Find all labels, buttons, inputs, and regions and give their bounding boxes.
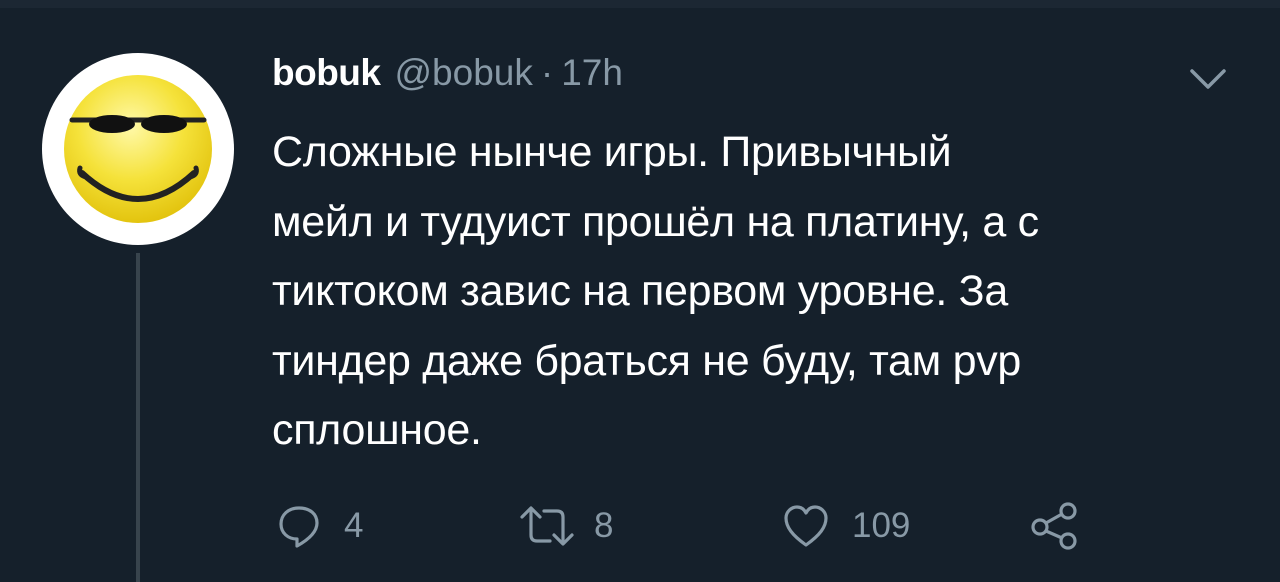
reply-count: 4 (344, 506, 364, 545)
timestamp[interactable]: 17h (561, 52, 623, 94)
avatar[interactable] (42, 53, 234, 245)
user-handle[interactable]: @bobuk (394, 52, 532, 94)
share-button[interactable] (1030, 496, 1080, 556)
smiley-sunglasses-icon (64, 75, 212, 223)
chevron-down-icon[interactable] (1188, 66, 1228, 92)
top-divider (0, 0, 1280, 8)
retweet-count: 8 (594, 506, 614, 545)
tweet-card[interactable]: bobuk @bobuk · 17h Сложные нынче игры. П… (0, 0, 1280, 582)
separator-dot: · (540, 52, 554, 93)
tweet-text: Сложные нынче игры. Привычный мейл и туд… (272, 128, 1039, 454)
share-icon (1031, 502, 1077, 550)
reply-icon (279, 506, 319, 548)
heart-icon (784, 505, 828, 547)
retweet-icon (520, 506, 574, 546)
like-button[interactable]: 109 (782, 496, 910, 556)
retweet-button[interactable]: 8 (518, 496, 613, 556)
like-count: 109 (852, 506, 911, 545)
reply-button[interactable]: 4 (276, 496, 363, 556)
tweet-header: bobuk @bobuk · 17h (272, 52, 623, 96)
display-name[interactable]: bobuk (272, 52, 381, 94)
action-bar: 4 8 109 (0, 496, 1280, 556)
